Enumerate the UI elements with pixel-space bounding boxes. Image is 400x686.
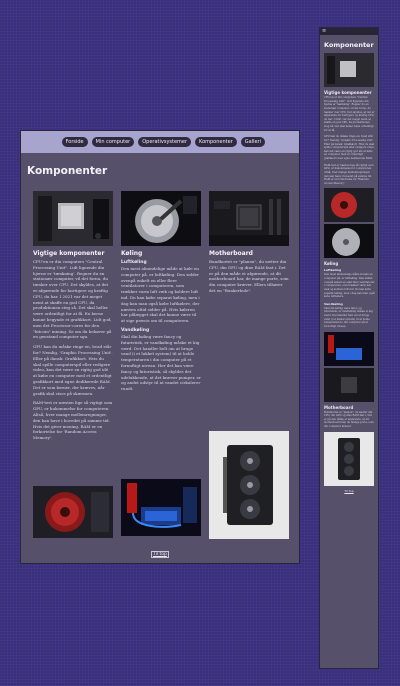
paragraph-gpu: GPU kan du måske ringe en, hvad står for… xyxy=(33,344,113,396)
mobile-top-bar: ≡ xyxy=(320,28,378,35)
back-to-top-link[interactable]: Til top xyxy=(151,551,169,558)
page-title: Komponenter xyxy=(27,165,108,177)
paragraph-motherboard: Bundkortet er "planen", du sætter din CP… xyxy=(209,259,289,293)
mobile-cpu-image xyxy=(324,53,374,87)
watercooling-image xyxy=(121,479,201,536)
subheading-vandkoling: Vandkøling xyxy=(121,327,150,333)
mobile-harddrive-image xyxy=(324,224,374,259)
cooler-red-image xyxy=(33,486,113,538)
mobile-cooler-red-image xyxy=(324,188,374,223)
mobile-paragraph-motherboard: Bundkortet er "planen", du sætter din CP… xyxy=(324,410,374,429)
mobile-page-title: Komponenter xyxy=(324,41,374,49)
mobile-section-title-koling: Køling xyxy=(324,261,339,267)
section-title-motherboard: Motherboard xyxy=(209,250,253,257)
nav-link-operativsystemer[interactable]: Operativsystemer xyxy=(138,137,192,147)
mobile-gpu-image xyxy=(324,431,374,486)
main-page: Forside Min computer Operativsystemer Ko… xyxy=(20,130,300,564)
nav-bar: Forside Min computer Operativsystemer Ko… xyxy=(21,131,299,153)
motherboard-image xyxy=(209,191,289,246)
mobile-motherboard-image xyxy=(324,367,374,402)
nav-link-komponenter[interactable]: Komponenter xyxy=(195,137,237,147)
mobile-paragraph-ram: RAM-test er næsten lige så vigtigt som G… xyxy=(324,163,374,185)
paragraph-ram: RAM-test er næsten lige så vigtigt som G… xyxy=(33,400,113,441)
mobile-paragraph-cpu: CPU'en er din computers "Central Process… xyxy=(324,96,375,132)
section-vigtige: Vigtige komponenter CPU'en er din comput… xyxy=(33,191,113,445)
mobile-section-title-motherboard: Motherboard xyxy=(324,404,354,410)
section-title-koling: Køling xyxy=(121,250,143,257)
hamburger-icon[interactable]: ≡ xyxy=(322,29,326,34)
harddrive-image xyxy=(121,191,201,246)
mobile-subheading-luftkoling: Luftkøling xyxy=(324,268,342,273)
mobile-section-title-vigtige: Vigtige komponenter xyxy=(324,90,372,95)
mobile-paragraph-vandkoling: Skal din køling være fancy og futuristis… xyxy=(324,306,373,328)
gpu-image xyxy=(209,431,289,539)
mobile-paragraph-luftkoling: Den mest almindelige måde at køle en com… xyxy=(324,273,375,299)
paragraph-vandkoling: Skal din køling være fancy og futuristis… xyxy=(121,333,201,392)
nav-link-galleri[interactable]: Galleri xyxy=(240,137,265,147)
section-motherboard: Motherboard Bundkortet er "planen", du s… xyxy=(209,191,289,298)
nav-link-min-computer[interactable]: Min computer xyxy=(91,137,135,147)
paragraph-cpu: CPU'en er din computers "Central Process… xyxy=(33,259,112,340)
subheading-luftkoling: Luftkøling xyxy=(121,260,147,265)
paragraph-luftkoling: Den mest almindelige måde at køle en com… xyxy=(121,266,200,324)
section-koling: Køling Luftkøling Den mest almindelige m… xyxy=(121,191,201,396)
cpu-image xyxy=(33,191,113,246)
mobile-paragraph-gpu: GPU kan du måske ringe en, hvad står for… xyxy=(324,135,375,160)
mobile-subheading-vandkoling: Vandkøling xyxy=(324,301,343,306)
nav-link-forside[interactable]: Forside xyxy=(61,137,88,147)
mobile-watercooling-image xyxy=(324,331,374,366)
mobile-back-to-top-link[interactable]: Til top xyxy=(320,489,378,493)
section-title-vigtige: Vigtige komponenter xyxy=(33,250,105,257)
mobile-preview: ≡ Komponenter Vigtige komponenter CPU'en… xyxy=(319,27,379,669)
